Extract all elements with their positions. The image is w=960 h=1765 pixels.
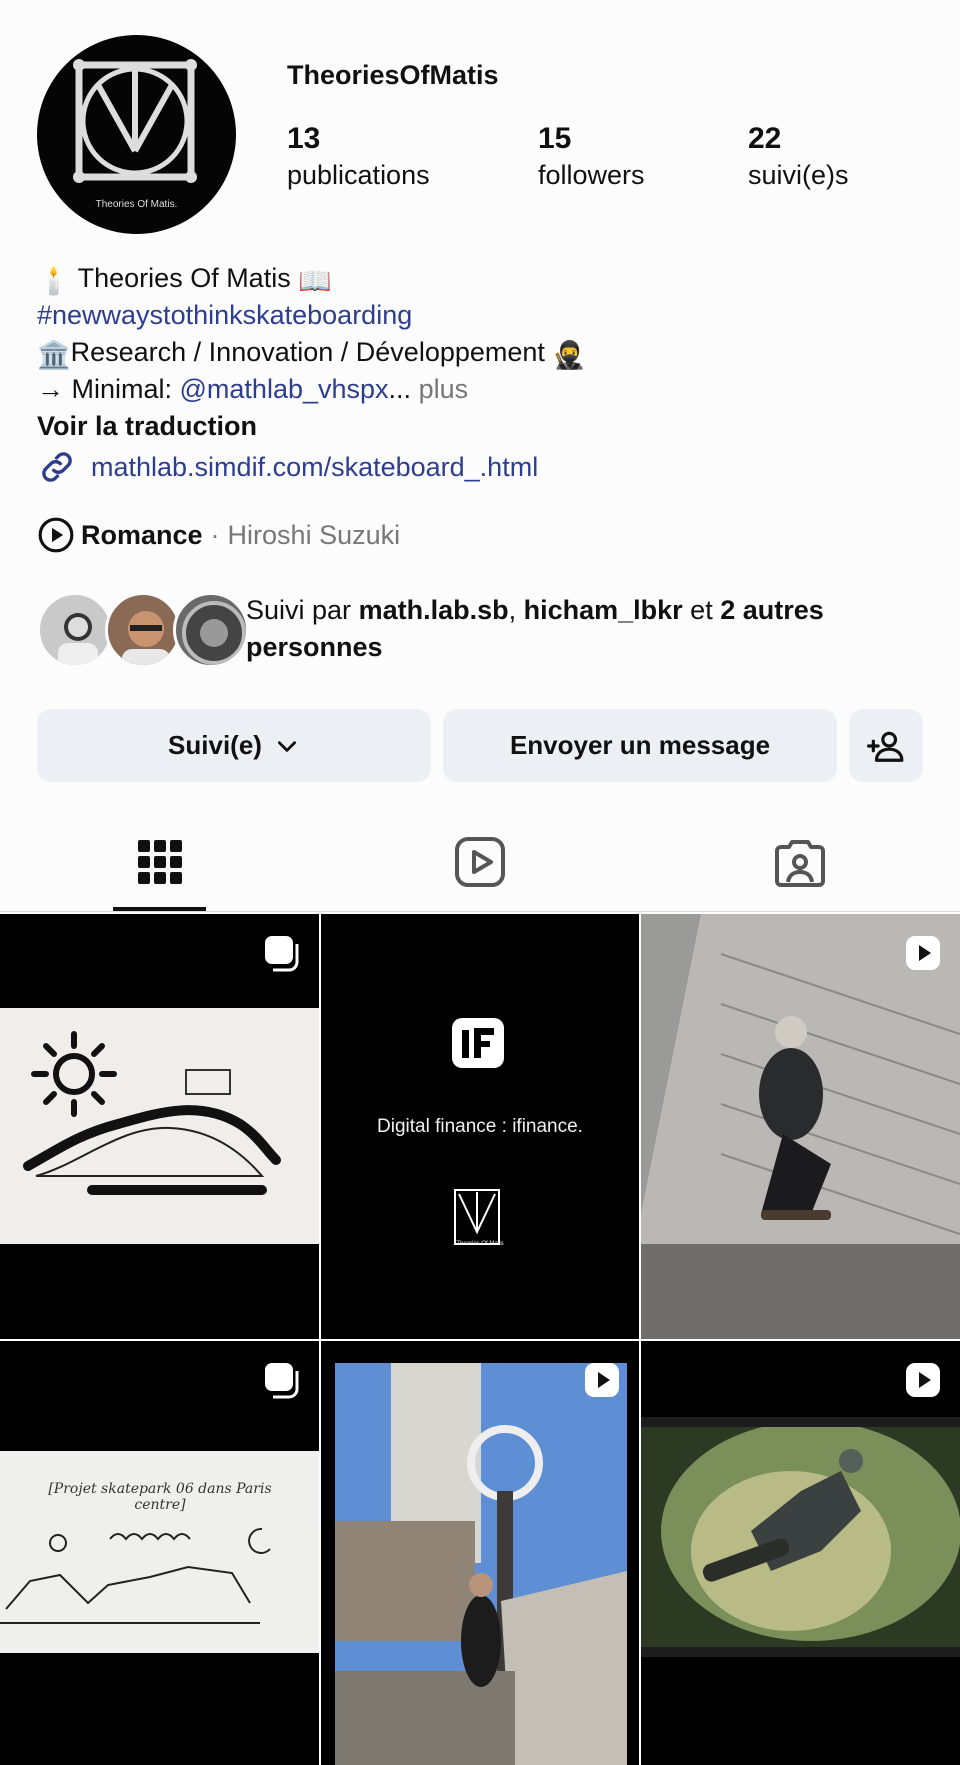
profile-music[interactable]: Romance · Hiroshi Suzuki (37, 516, 400, 554)
translate-link[interactable]: Voir la traduction (37, 408, 257, 445)
post-label: [Projet skatepark 06 dans Paris centre] (48, 1481, 272, 1513)
post-image (335, 1363, 627, 1765)
bio-ellipsis: ... (388, 374, 412, 404)
avatar (105, 592, 181, 668)
reel-icon (585, 1363, 619, 1397)
post-image (641, 1417, 960, 1657)
stat-value: 22 (748, 122, 782, 155)
bio-line-research: 🏛️Research / Innovation / Développement … (37, 334, 586, 374)
music-title: Romance (81, 519, 203, 550)
stat-label: publications (287, 160, 430, 190)
music-separator: · (210, 519, 220, 550)
message-label: Envoyer un message (509, 730, 771, 760)
tab-tagged[interactable] (772, 834, 828, 890)
stat-label: suivi(e)s (748, 160, 849, 190)
classical-building-emoji: 🏛️ (37, 340, 71, 370)
bio-hashtag[interactable]: #newwaystothinkskateboarding (37, 297, 412, 334)
tagged-icon (775, 840, 825, 887)
stat-value: 13 (287, 122, 321, 155)
bio-name: Theories Of Matis (77, 263, 291, 293)
stat-label: followers (538, 160, 645, 190)
followed-by-text: Suivi par math.lab.sb, hicham_lbkr et 2 … (246, 592, 926, 666)
link-icon (42, 452, 72, 482)
post-tile[interactable] (321, 1341, 639, 1765)
bio-external-link[interactable]: mathlab.simdif.com/skateboard_.html (37, 447, 538, 487)
ninja-emoji: 🥷 (552, 340, 587, 370)
following-button[interactable]: Suivi(e) (37, 709, 431, 782)
post-image (0, 1008, 319, 1244)
post-tile[interactable] (641, 914, 960, 1339)
tab-reels[interactable] (452, 834, 508, 890)
profile-tabs (0, 820, 960, 912)
post-tile[interactable] (0, 914, 319, 1339)
tab-posts[interactable] (132, 834, 188, 890)
reel-icon (906, 936, 940, 970)
carousel-icon (265, 936, 299, 972)
post-tile[interactable]: Digital finance : ifinance. Theories Of … (321, 914, 639, 1339)
bio-more-link[interactable]: plus (419, 374, 469, 404)
followed-by-prefix: Suivi par (246, 595, 359, 625)
avatar (173, 592, 249, 668)
link-text: mathlab.simdif.com/skateboard_.html (91, 451, 539, 482)
followed-by-and: et (682, 595, 721, 625)
follower-link[interactable]: math.lab.sb (359, 595, 509, 625)
stat-following[interactable]: 22 suivi(e)s (748, 120, 849, 192)
profile-username: TheoriesOfMatis (287, 60, 499, 90)
post-logo-caption: Theories Of Matis (456, 1241, 504, 1247)
bio-line-minimal: → Minimal: @mathlab_vhspx... plus (37, 371, 468, 408)
active-tab-indicator (113, 907, 206, 911)
grid-icon (138, 840, 182, 884)
bio-minimal-prefix: → Minimal: (37, 374, 180, 404)
following-label: Suivi(e) (168, 730, 262, 760)
book-emoji: 📖 (298, 266, 332, 296)
bio-line-name: 🕯️ Theories Of Matis 📖 (37, 260, 332, 300)
carousel-icon (265, 1363, 299, 1399)
play-circle-icon (38, 517, 74, 553)
post-tile[interactable] (641, 1341, 960, 1765)
music-artist: Hiroshi Suzuki (227, 519, 401, 550)
reel-icon (906, 1363, 940, 1397)
follower-link[interactable]: hicham_lbkr (524, 595, 683, 625)
avatar-caption: Theories Of Matis. (95, 199, 178, 210)
avatar (37, 592, 113, 668)
bio-research-text: Research / Innovation / Développement (70, 337, 545, 367)
stat-followers[interactable]: 15 followers (538, 120, 645, 192)
post-tile[interactable]: [Projet skatepark 06 dans Paris centre] (0, 1341, 319, 1765)
posts-grid: Digital finance : ifinance. Theories Of … (0, 914, 960, 1765)
candle-emoji: 🕯️ (37, 266, 71, 296)
bio-mention[interactable]: @mathlab_vhspx (180, 374, 389, 404)
profile-avatar[interactable]: Theories Of Matis. (37, 35, 236, 234)
followed-by-comma: , (508, 595, 524, 625)
reels-icon (455, 837, 505, 887)
add-user-button[interactable] (849, 709, 923, 782)
add-person-icon (867, 731, 904, 762)
message-button[interactable]: Envoyer un message (443, 709, 837, 782)
stat-value: 15 (538, 122, 572, 155)
stat-publications[interactable]: 13 publications (287, 120, 430, 192)
chevron-down-icon (277, 740, 296, 752)
followed-by[interactable]: Suivi par math.lab.sb, hicham_lbkr et 2 … (37, 592, 824, 668)
post-image (0, 1451, 319, 1653)
post-caption: Digital finance : ifinance. (377, 1116, 583, 1137)
post-image (641, 914, 960, 1339)
